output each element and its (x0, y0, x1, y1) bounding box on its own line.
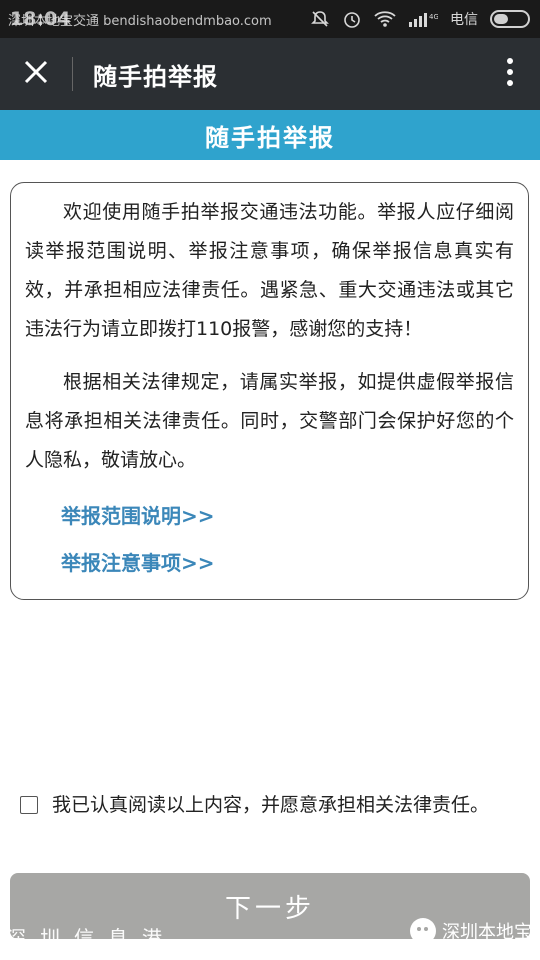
agreement-checkbox[interactable] (20, 796, 38, 814)
app-title: 随手拍举报 (93, 62, 218, 91)
alarm-icon (342, 9, 362, 29)
app-header: 随手拍举报 (0, 38, 540, 110)
status-right: 4G 电信 (310, 9, 530, 29)
carrier-name: 电信 (450, 12, 478, 28)
signal-icon: 4G (408, 10, 438, 28)
intro-paragraph: 欢迎使用随手拍举报交通违法功能。举报人应仔细阅读举报范围说明、举报注意事项，确保… (25, 201, 514, 340)
more-button[interactable] (480, 38, 540, 110)
battery-icon (490, 10, 530, 28)
status-overlay-text: 深圳本地宝交通 bendishaobendmbao.com (8, 14, 272, 29)
close-button[interactable] (0, 38, 72, 110)
network-type: 4G (429, 13, 438, 21)
more-vertical-icon (506, 57, 514, 91)
report-notes-link[interactable]: 举报注意事项>> (61, 547, 514, 576)
info-card: 欢迎使用随手拍举报交通违法功能。举报人应仔细阅读举报范围说明、举报注意事项，确保… (10, 182, 529, 600)
legal-paragraph: 根据相关法律规定，请属实举报，如提供虚假举报信息将承担相关法律责任。同时，交警部… (25, 371, 514, 471)
status-left: 18:04 深圳本地宝交通 bendishaobendmbao.com (8, 8, 272, 30)
close-icon (23, 59, 49, 89)
watermark-right-text: 深圳本地宝 (442, 922, 532, 943)
agreement-text: 我已认真阅读以上内容，并愿意承担相关法律责任。 (52, 794, 490, 816)
report-scope-link[interactable]: 举报范围说明>> (61, 500, 514, 529)
wifi-icon (374, 10, 396, 28)
page-banner: 随手拍举报 (0, 110, 540, 160)
watermark-right: 深圳本地宝 (410, 918, 532, 944)
agreement-row: 我已认真阅读以上内容，并愿意承担相关法律责任。 (20, 790, 520, 820)
status-bar: 18:04 深圳本地宝交通 bendishaobendmbao.com 4G 电… (0, 0, 540, 38)
header-divider (72, 57, 73, 91)
wechat-icon (410, 918, 436, 944)
mute-icon (310, 9, 330, 29)
watermark-left: 深圳信息港 (6, 926, 176, 950)
